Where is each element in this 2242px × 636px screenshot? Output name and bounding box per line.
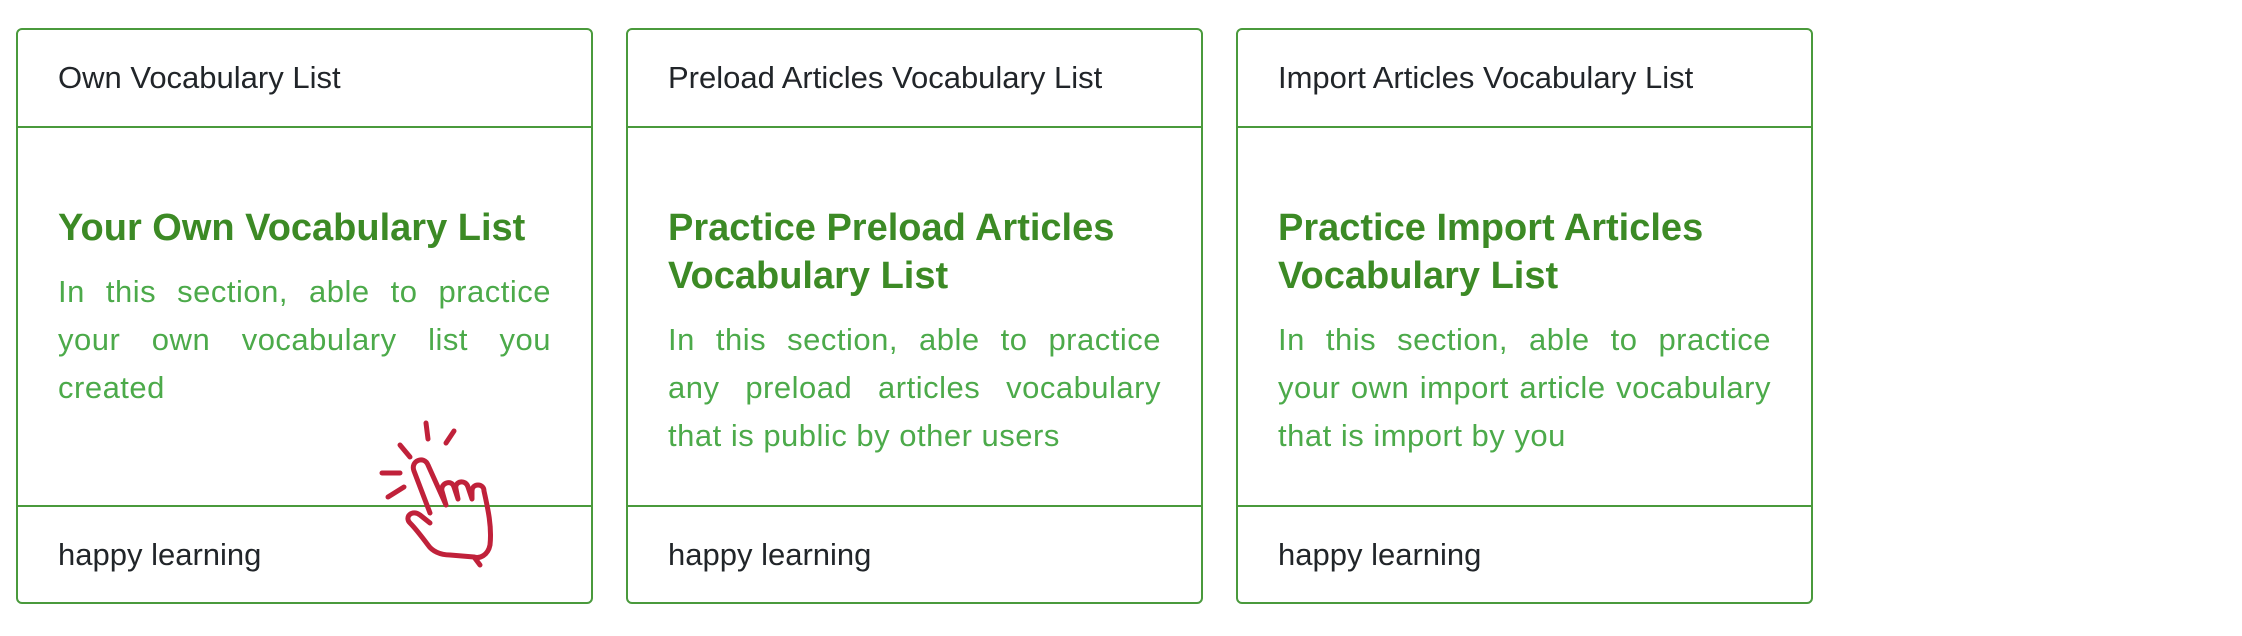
card-text: In this section, able to practice your o… — [58, 274, 551, 405]
card-text: In this section, able to practice any pr… — [668, 322, 1161, 453]
card-import-articles-vocabulary[interactable]: Import Articles Vocabulary List Practice… — [1236, 28, 1813, 604]
card-body: Practice Import Articles Vocabulary List… — [1238, 128, 1811, 505]
card-header: Import Articles Vocabulary List — [1238, 30, 1811, 128]
card-header: Preload Articles Vocabulary List — [628, 30, 1201, 128]
card-title[interactable]: Your Own Vocabulary List — [58, 204, 551, 252]
card-preload-articles-vocabulary[interactable]: Preload Articles Vocabulary List Practic… — [626, 28, 1203, 604]
vocabulary-card-list: Own Vocabulary List Your Own Vocabulary … — [16, 28, 1813, 604]
card-title[interactable]: Practice Import Articles Vocabulary List — [1278, 204, 1771, 300]
click-ray — [423, 420, 431, 442]
card-footer: happy learning — [1238, 505, 1811, 602]
click-ray — [385, 484, 407, 500]
card-body: Practice Preload Articles Vocabulary Lis… — [628, 128, 1201, 505]
hand-pointer-click-icon — [379, 420, 493, 568]
card-header: Own Vocabulary List — [18, 30, 591, 128]
card-title[interactable]: Practice Preload Articles Vocabulary Lis… — [668, 204, 1161, 300]
click-ray — [443, 428, 457, 446]
card-text: In this section, able to practice your o… — [1278, 322, 1771, 453]
click-ray — [397, 442, 413, 460]
hand-outline — [405, 457, 493, 560]
card-footer: happy learning — [628, 505, 1201, 602]
